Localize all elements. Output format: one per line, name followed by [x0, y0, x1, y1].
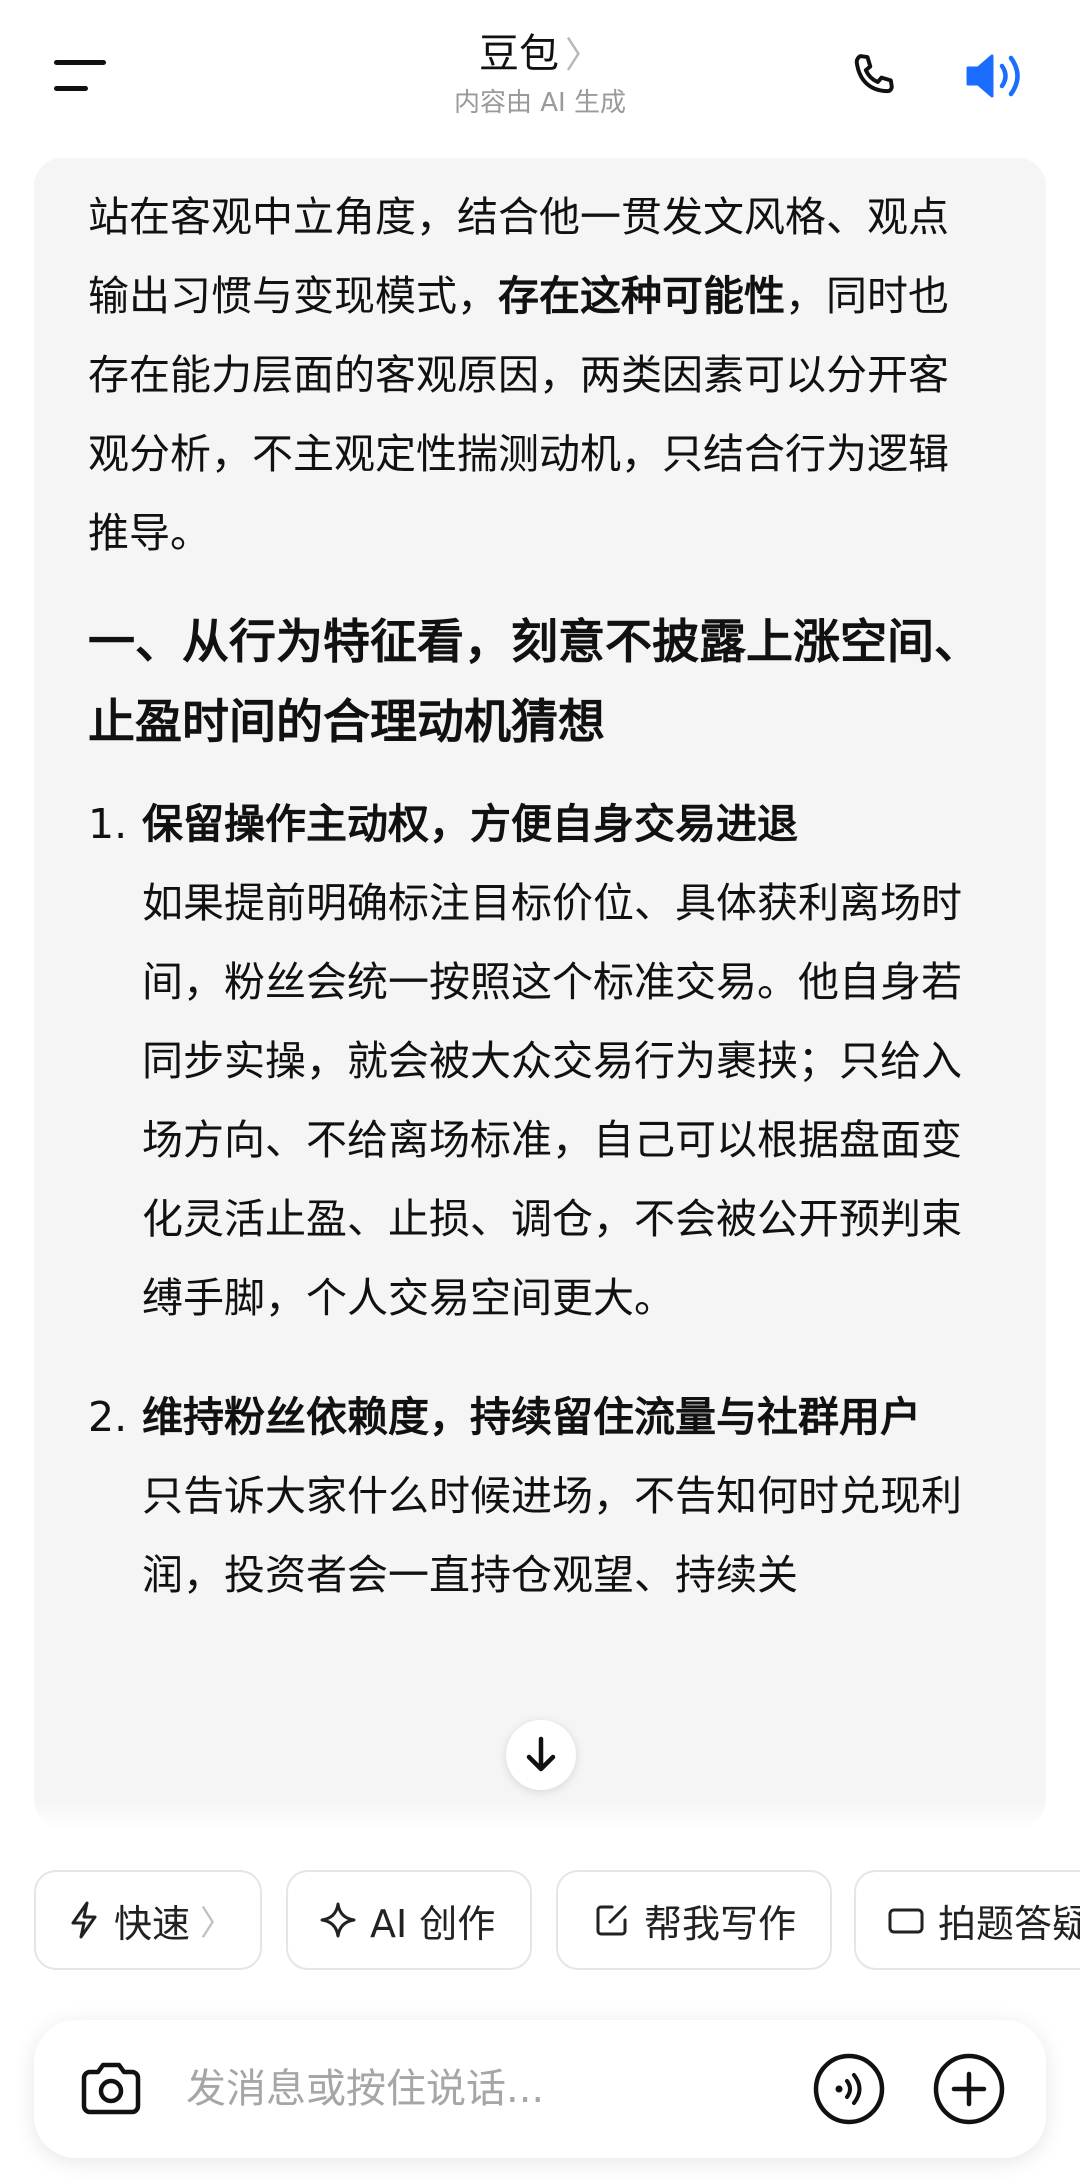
chip-ai-create[interactable]: AI 创作 — [286, 1870, 532, 1970]
lightning-icon — [71, 1901, 97, 1939]
message-content: 站在客观中立角度，结合他一贯发文风格、观点输出习惯与变现模式，存在这种可能性，同… — [88, 178, 988, 1615]
chat-title: 豆包〉 — [0, 26, 1080, 84]
sparkle-icon — [320, 1902, 356, 1938]
quick-action-bar: 快速 〉 AI 创作 帮我写作 拍题答疑 — [0, 1870, 1080, 1974]
assistant-message-card: 站在客观中立角度，结合他一贯发文风格、观点输出习惯与变现模式，存在这种可能性，同… — [34, 158, 1046, 1828]
list-item: 2. 维持粉丝依赖度，持续留住流量与社群用户 只告诉大家什么时候进场，不告知何时… — [88, 1378, 988, 1615]
camera-icon[interactable] — [76, 2054, 146, 2124]
chat-title-area[interactable]: 豆包〉 内容由 AI 生成 — [0, 26, 1080, 120]
list-item-title: 保留操作主动权，方便自身交易进退 — [142, 800, 798, 848]
list-number: 1. — [88, 800, 128, 848]
phone-icon[interactable] — [846, 48, 902, 104]
content-fade — [0, 1800, 1080, 1830]
top-bar: 豆包〉 内容由 AI 生成 — [0, 0, 1080, 150]
chevron-right-icon: 〉 — [564, 35, 601, 76]
edit-icon — [596, 1905, 627, 1936]
list-item-body: 如果提前明确标注目标价位、具体获利离场时间，粉丝会统一按照这个标准交易。他自身若… — [142, 879, 962, 1322]
list-item-body: 只告诉大家什么时候进场，不告知何时兑现利润，投资者会一直持仓观望、持续关 — [142, 1472, 962, 1599]
ai-generated-notice: 内容由 AI 生成 — [454, 88, 626, 118]
chip-label: 快速 — [114, 1901, 191, 1946]
chip-write-for-me[interactable]: 帮我写作 — [556, 1870, 832, 1970]
message-input-bar: 发消息或按住说话... — [34, 2020, 1046, 2158]
plus-icon[interactable] — [932, 2052, 1006, 2126]
arrow-down-icon — [526, 1736, 556, 1772]
list-number: 2. — [88, 1393, 128, 1441]
camera-icon — [888, 1908, 924, 1934]
list-item-title: 维持粉丝依赖度，持续留住流量与社群用户 — [142, 1393, 921, 1441]
intro-paragraph: 站在客观中立角度，结合他一贯发文风格、观点输出习惯与变现模式，存在这种可能性，同… — [88, 178, 988, 573]
chip-fast-mode[interactable]: 快速 〉 — [34, 1870, 262, 1970]
speaker-icon[interactable] — [962, 46, 1032, 106]
chip-photo-question[interactable]: 拍题答疑 — [854, 1870, 1080, 1970]
chevron-right-icon: 〉 — [200, 1903, 235, 1944]
intro-bold-text: 存在这种可能性 — [498, 272, 785, 320]
scroll-to-bottom-button[interactable] — [506, 1720, 576, 1790]
message-input[interactable]: 发消息或按住说话... — [186, 2060, 544, 2118]
chip-label: 拍题答疑 — [938, 1901, 1080, 1946]
bot-name[interactable]: 豆包 — [479, 31, 559, 77]
list-item: 1. 保留操作主动权，方便自身交易进退 如果提前明确标注目标价位、具体获利离场时… — [88, 785, 988, 1338]
chip-label: AI 创作 — [370, 1901, 496, 1946]
section-heading: 一、从行为特征看，刻意不披露上涨空间、止盈时间的合理动机猜想 — [88, 615, 981, 750]
voice-input-icon[interactable] — [812, 2052, 886, 2126]
chip-label: 帮我写作 — [644, 1901, 797, 1946]
